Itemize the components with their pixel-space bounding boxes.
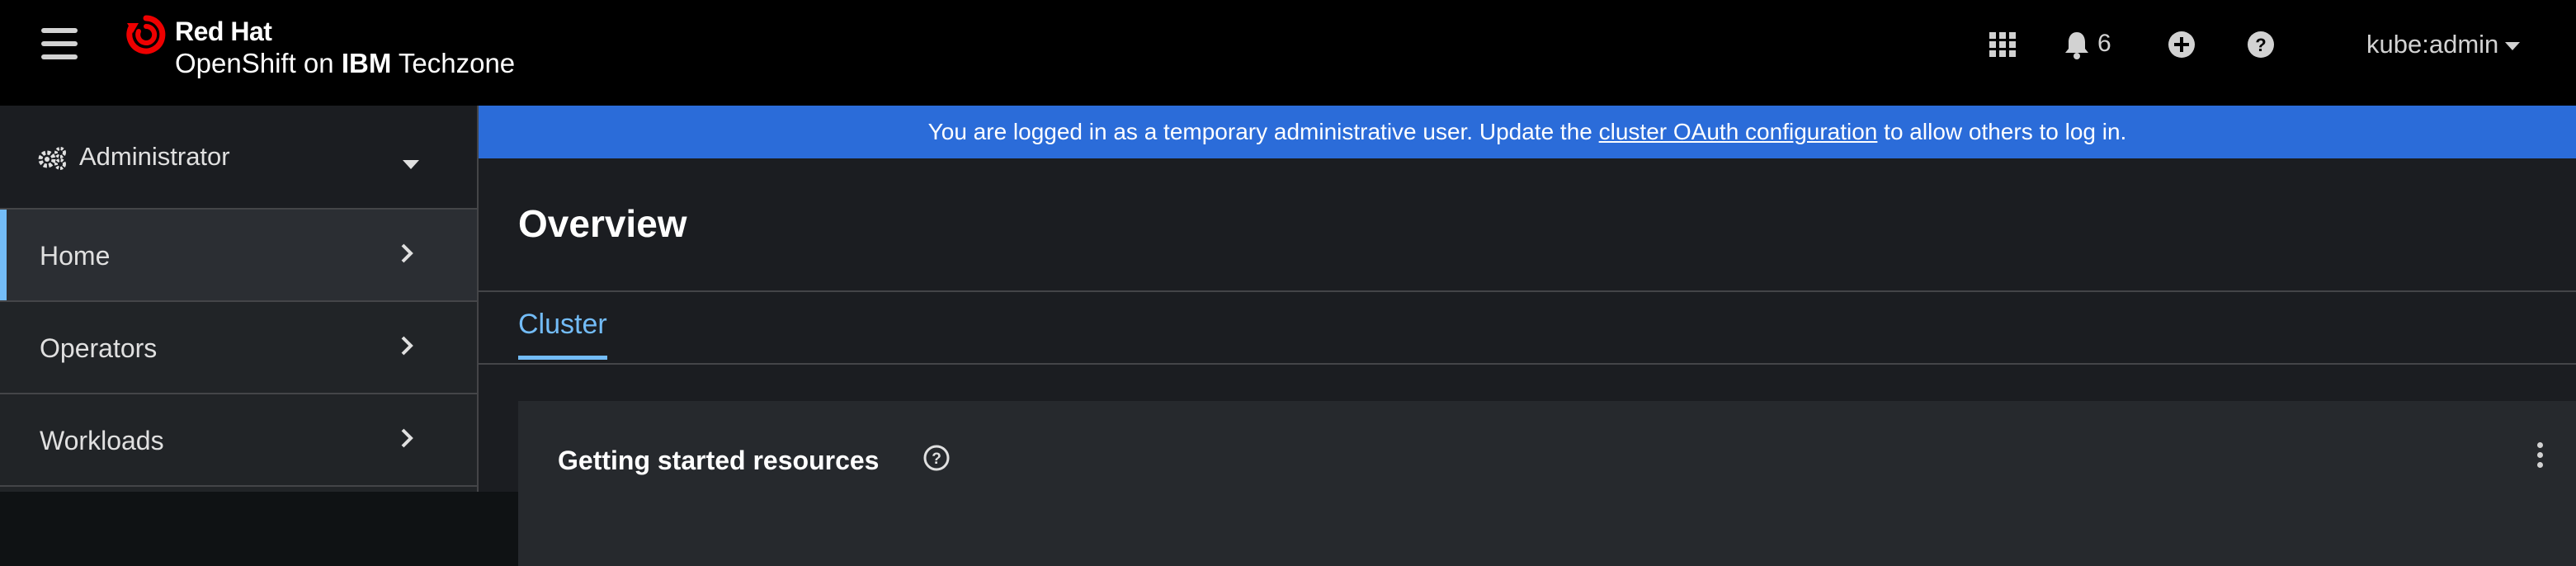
getting-started-card: Getting started resources ? (518, 401, 2576, 566)
red-hat-logo-icon (126, 15, 166, 54)
help-circle-icon[interactable]: ? (2246, 30, 2276, 59)
sidebar: Administrator Home Operators Workloads (0, 106, 479, 492)
app-launcher-icon[interactable] (1989, 30, 2017, 58)
caret-down-icon (403, 160, 419, 169)
caret-down-icon (2505, 41, 2521, 50)
tab-cluster[interactable]: Cluster (518, 309, 607, 360)
admin-notice-banner: You are logged in as a temporary adminis… (479, 106, 2576, 158)
sidebar-item-label: Workloads (40, 426, 164, 455)
help-icon[interactable]: ? (922, 444, 951, 472)
product-name: OpenShift on IBM Techzone (175, 48, 516, 78)
kebab-menu-icon[interactable] (2531, 442, 2548, 475)
chevron-right-icon (401, 243, 413, 263)
cogs-icon (38, 147, 66, 170)
sidebar-item-workloads[interactable]: Workloads (0, 394, 477, 487)
svg-text:?: ? (932, 450, 941, 468)
brand-name: Red Hat (175, 17, 272, 46)
cluster-oauth-link[interactable]: cluster OAuth configuration (1599, 119, 1878, 144)
sidebar-item-label: Home (40, 241, 111, 271)
perspective-label: Administrator (79, 142, 230, 171)
hamburger-icon[interactable] (40, 28, 79, 64)
sidebar-item-operators[interactable]: Operators (0, 302, 477, 394)
bell-icon[interactable] (2063, 30, 2091, 59)
chevron-right-icon (401, 336, 413, 356)
perspective-switcher[interactable]: Administrator (0, 106, 477, 210)
card-title: Getting started resources (558, 446, 880, 475)
main-content: You are logged in as a temporary adminis… (479, 106, 2576, 566)
user-menu[interactable]: kube:admin (2366, 30, 2521, 59)
chevron-right-icon (401, 428, 413, 448)
sidebar-item-label: Operators (40, 333, 158, 363)
tab-bar: Cluster (479, 290, 2576, 365)
masthead: Red Hat OpenShift on IBM Techzone 6 ? ku… (0, 0, 2576, 106)
notification-count[interactable]: 6 (2097, 30, 2111, 58)
sidebar-item-home[interactable]: Home (0, 210, 477, 302)
page-title: Overview (518, 202, 687, 245)
plus-circle-icon[interactable] (2167, 30, 2196, 59)
svg-text:?: ? (2255, 35, 2266, 55)
